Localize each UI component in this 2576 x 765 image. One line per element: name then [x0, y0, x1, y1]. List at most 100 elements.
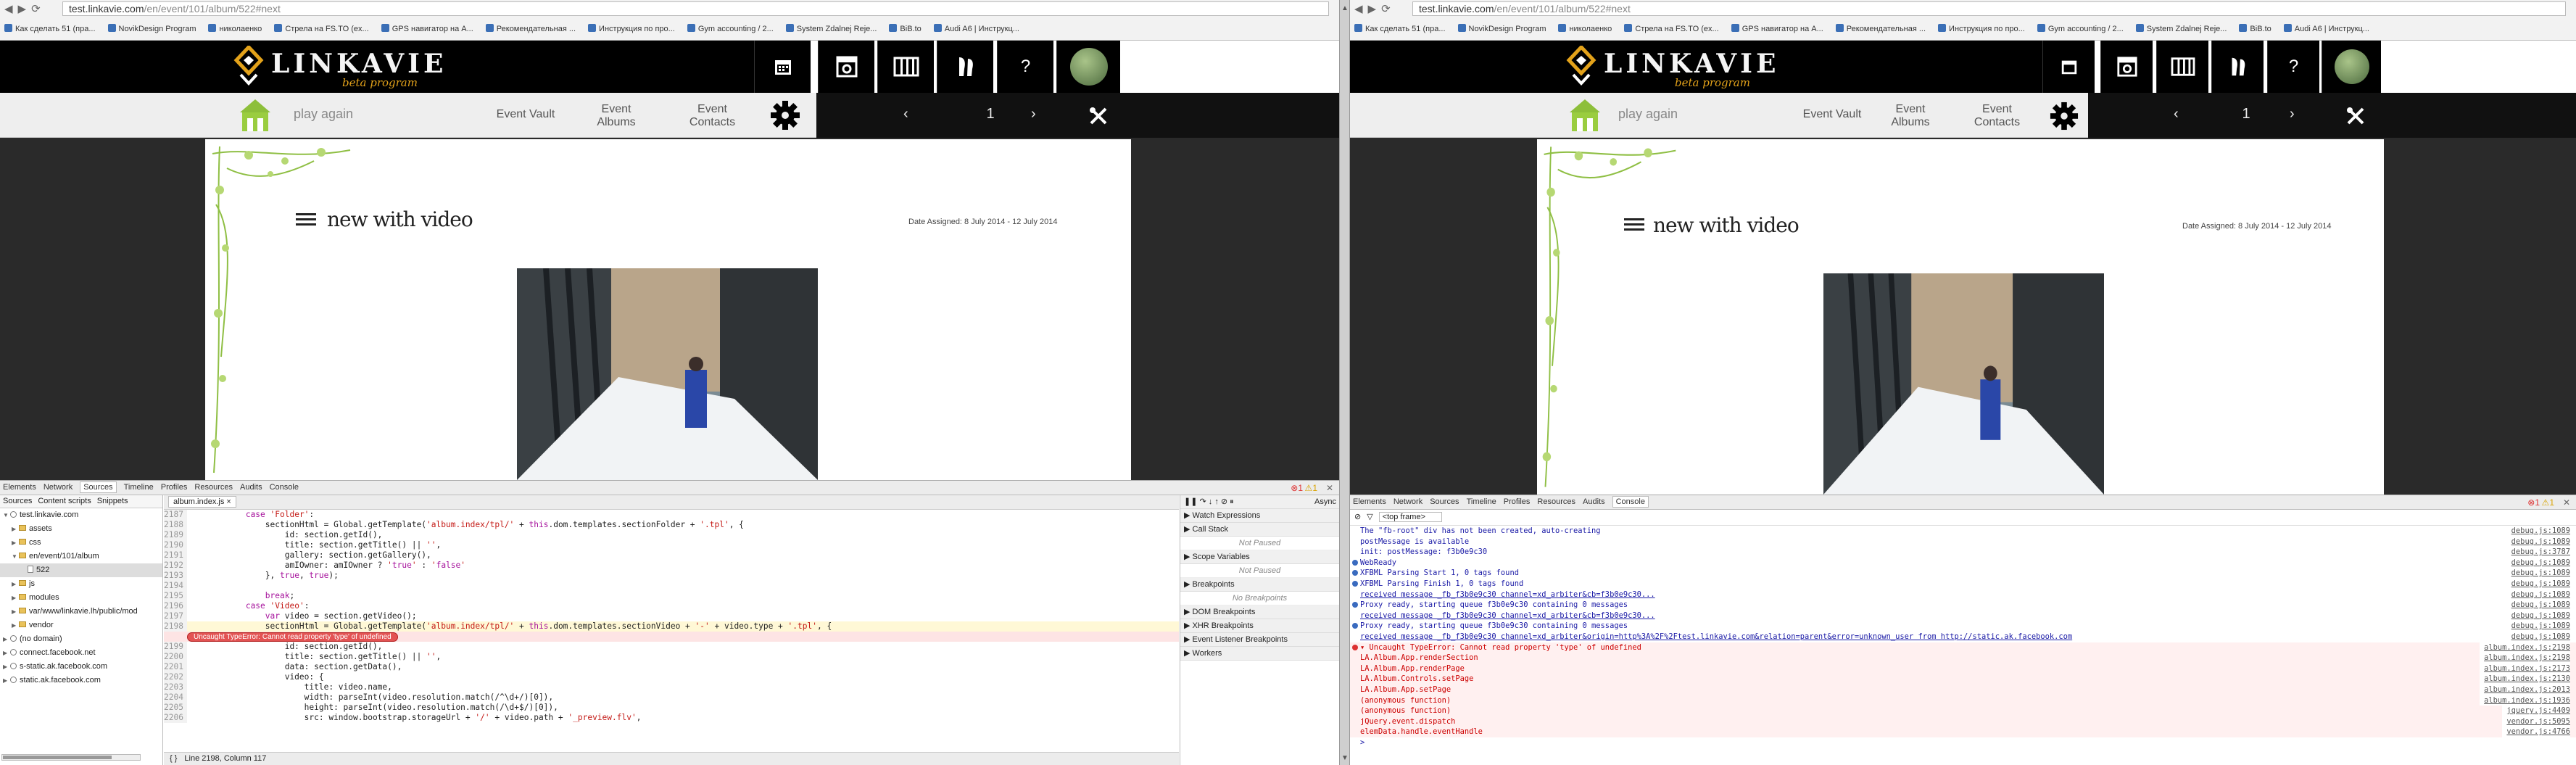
line-number[interactable]: 2192 [164, 561, 187, 571]
collapsed-arrow-icon[interactable]: ▶ [3, 674, 10, 687]
console-message[interactable]: init: postMessage: f3b0e9c30 debug.js:378… [1350, 547, 2576, 558]
console-source-link[interactable]: debug.js:1089 [2506, 568, 2570, 579]
console-message[interactable]: XFBML Parsing Finish 1, 0 tags found debu… [1350, 578, 2576, 590]
calendar-button[interactable] [2042, 41, 2095, 93]
contacts-button[interactable] [937, 41, 993, 93]
collapsed-arrow-icon[interactable]: ▶ [12, 536, 19, 550]
navigator-tab-content-scripts[interactable]: Content scripts [38, 497, 91, 505]
sidebar-section-event-listener-breakpoints[interactable]: ▶ Event Listener Breakpoints [1180, 633, 1339, 647]
console-message[interactable]: (anonymous function) album.index.js:1936 [1350, 695, 2576, 706]
tree-item[interactable]: ▶ connect.facebook.net [0, 646, 162, 660]
tree-item[interactable]: ▶ assets [0, 522, 162, 536]
tree-item[interactable]: ▶ s-static.ak.facebook.com [0, 660, 162, 674]
collapsed-arrow-icon[interactable]: ▶ [12, 619, 19, 632]
console-message[interactable]: Proxy ready, starting queue f3b0e9c30 co… [1350, 600, 2576, 611]
sidebar-section-scope-variables[interactable]: ▶ Scope Variables [1180, 550, 1339, 564]
bookmark-item[interactable]: Как сделать 51 (пра... [4, 24, 96, 33]
tab-resources[interactable]: Resources [1537, 497, 1575, 506]
frame-selector[interactable]: <top frame> [1378, 512, 1443, 522]
console-source-link[interactable]: debug.js:1089 [2506, 600, 2570, 611]
line-number[interactable]: 2191 [164, 550, 187, 561]
window-divider[interactable]: ▲ ▼ [1339, 0, 1350, 765]
tab-resources[interactable]: Resources [194, 483, 233, 492]
tab-profiles[interactable]: Profiles [1504, 497, 1531, 506]
console-message[interactable]: received message _fb_f3b0e9c30 channel=x… [1350, 610, 2576, 621]
bookmark-item[interactable]: Audi A6 | Инструкц... [2283, 24, 2369, 33]
debugger-controls[interactable]: ❚❚ ↷ ↓ ↑ ⊘ ⏸ Async [1180, 495, 1339, 509]
console-log[interactable]: The "fb-root" div has not been created, … [1350, 526, 2576, 765]
expanded-arrow-icon[interactable]: ▼ [3, 508, 10, 522]
bookmark-item[interactable]: Audi A6 | Инструкц... [933, 24, 1019, 33]
collapsed-arrow-icon[interactable]: ▶ [12, 577, 19, 591]
tab-elements[interactable]: Elements [1353, 497, 1386, 506]
console-message[interactable]: LA.Album.Controls.setPage album.index.js:… [1350, 674, 2576, 685]
bookmark-item[interactable]: Инструкция по про... [1938, 24, 2025, 33]
line-number[interactable]: 2204 [164, 692, 187, 703]
bookmark-item[interactable]: NovikDesign Program [1457, 24, 1546, 33]
bookmark-item[interactable]: NovikDesign Program [107, 24, 196, 33]
console-message[interactable]: Proxy ready, starting queue f3b0e9c30 co… [1350, 621, 2576, 632]
tree-item[interactable]: ▶ var/www/linkavie.lh/public/mod [0, 605, 162, 619]
clear-console-icon[interactable]: ⊘ [1354, 513, 1361, 521]
event-vault-link[interactable]: Event Vault [1800, 108, 1865, 121]
console-source-link[interactable]: debug.js:1089 [2506, 526, 2570, 537]
scroll-down-icon[interactable]: ▼ [1341, 754, 1349, 762]
console-source-link[interactable]: jquery.js:4409 [2502, 706, 2570, 716]
event-vault-button[interactable] [818, 41, 874, 93]
console-source-link[interactable]: vendor.js:4766 [2502, 727, 2570, 737]
tab-elements[interactable]: Elements [3, 483, 36, 492]
console-message[interactable]: LA.Album.App.renderSection album.index.js… [1350, 653, 2576, 663]
tree-item[interactable]: ▶ static.ak.facebook.com [0, 674, 162, 687]
event-vault-link[interactable]: Event Vault [493, 108, 558, 121]
line-number[interactable]: 2197 [164, 611, 187, 621]
play-logo-icon[interactable] [236, 95, 275, 134]
nav-buttons[interactable]: ◀▶⟳ [1354, 2, 1396, 15]
console-source-link[interactable]: debug.js:1089 [2506, 578, 2570, 590]
prev-page-button[interactable]: ‹ [903, 106, 908, 123]
tree-item[interactable]: ▶ vendor [0, 619, 162, 632]
console-source-link[interactable]: album.index.js:2013 [2480, 684, 2570, 695]
albums-button[interactable] [877, 41, 934, 93]
play-logo-icon[interactable] [1565, 95, 1604, 134]
sidebar-section-breakpoints[interactable]: ▶ Breakpoints [1180, 578, 1339, 592]
event-contacts-link[interactable]: Event Contacts [685, 103, 740, 129]
collapsed-arrow-icon[interactable]: ▶ [3, 632, 10, 646]
line-number[interactable]: 2202 [164, 672, 187, 682]
tab-timeline[interactable]: Timeline [124, 483, 154, 492]
collapsed-arrow-icon[interactable]: ▶ [3, 646, 10, 660]
bookmark-item[interactable]: GPS навигатор на А... [381, 24, 473, 33]
settings-gear-icon[interactable] [2050, 102, 2079, 131]
line-number[interactable]: 2201 [164, 662, 187, 672]
bookmark-item[interactable]: николаенко [1558, 24, 1612, 33]
tab-audits[interactable]: Audits [240, 483, 262, 492]
error-count[interactable]: ⊗1 [2527, 497, 2540, 508]
navigator-tab-snippets[interactable]: Snippets [97, 497, 128, 505]
help-button[interactable]: ? [2267, 41, 2319, 93]
console-source-link[interactable]: album.index.js:2130 [2480, 674, 2570, 685]
tab-timeline[interactable]: Timeline [1467, 497, 1496, 506]
line-number[interactable]: 2199 [164, 642, 187, 652]
navigator-tab-sources[interactable]: Sources [3, 497, 32, 505]
address-bar[interactable]: test.linkavie.com/en/event/101/album/522… [62, 1, 1329, 16]
contacts-button[interactable] [2211, 41, 2264, 93]
scroll-up-icon[interactable]: ▲ [1341, 4, 1349, 12]
line-number[interactable]: 2188 [164, 520, 187, 530]
bookmark-item[interactable]: Стрела на FS.TO (ex... [274, 24, 369, 33]
collapsed-arrow-icon[interactable]: ▶ [3, 660, 10, 674]
line-number[interactable]: 2193 [164, 571, 187, 581]
album-menu-icon[interactable] [1624, 215, 1644, 233]
console-source-link[interactable]: debug.js:1089 [2506, 631, 2570, 642]
line-number[interactable]: 2205 [164, 703, 187, 713]
settings-gear-icon[interactable] [770, 100, 800, 131]
bookmark-item[interactable]: Gym accounting / 2... [2037, 24, 2124, 33]
bookmark-item[interactable]: Gym accounting / 2... [687, 24, 774, 33]
console-message[interactable]: elemData.handle.eventHandle vendor.js:476… [1350, 727, 2576, 737]
pretty-print-icon[interactable]: { } [170, 754, 177, 763]
event-contacts-link[interactable]: Event Contacts [1970, 103, 2024, 129]
console-source-link[interactable]: debug.js:1089 [2506, 610, 2570, 621]
bookmark-item[interactable]: BiB.to [2239, 24, 2271, 33]
console-message[interactable]: WebReady debug.js:1089 [1350, 557, 2576, 568]
prev-page-button[interactable]: ‹ [2174, 106, 2179, 123]
event-albums-link[interactable]: Event Albums [591, 103, 642, 129]
console-message[interactable]: > [1350, 737, 2576, 748]
